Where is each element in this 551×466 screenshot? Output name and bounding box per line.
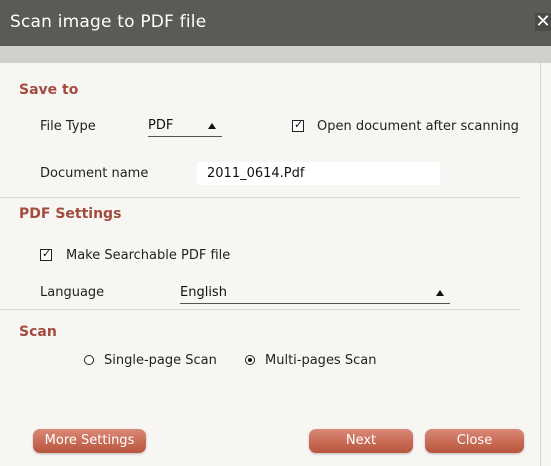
close-icon[interactable]: ✕ — [535, 13, 551, 31]
searchable-pdf-checkbox[interactable]: ✓ — [40, 247, 52, 261]
dialog-title: Scan image to PDF file — [10, 12, 207, 32]
file-type-value: PDF — [148, 118, 174, 133]
language-label: Language — [40, 285, 105, 300]
multi-pages-radio[interactable] — [245, 355, 255, 365]
document-name-field[interactable] — [197, 162, 440, 185]
single-page-radio[interactable] — [84, 355, 94, 365]
next-button[interactable]: Next — [309, 429, 413, 453]
section-pdf-settings: PDF Settings — [19, 206, 122, 222]
section-divider — [0, 309, 520, 310]
open-after-checkbox[interactable]: ✓ — [292, 118, 304, 132]
file-type-dropdown[interactable]: PDF — [148, 118, 222, 137]
dropdown-arrow-icon — [208, 123, 216, 129]
section-save-to: Save to — [19, 82, 79, 98]
title-underbar — [0, 46, 551, 63]
dropdown-arrow-icon — [436, 290, 444, 296]
checkmark-icon: ✓ — [294, 118, 304, 131]
section-scan: Scan — [19, 324, 57, 340]
single-page-label: Single-page Scan — [104, 353, 217, 368]
searchable-pdf-label: Make Searchable PDF file — [66, 248, 231, 263]
checkmark-icon: ✓ — [42, 247, 52, 260]
scan-to-pdf-dialog: Scan image to PDF file ✕ Save to File Ty… — [0, 0, 551, 466]
language-dropdown[interactable]: English — [180, 285, 450, 304]
title-bar: Scan image to PDF file ✕ — [0, 0, 551, 46]
right-divider — [540, 63, 541, 466]
section-divider — [0, 197, 520, 198]
document-name-label: Document name — [40, 166, 149, 181]
file-type-label: File Type — [40, 119, 96, 134]
close-button[interactable]: Close — [425, 429, 524, 453]
open-after-label: Open document after scanning — [317, 119, 519, 134]
more-settings-button[interactable]: More Settings — [33, 429, 146, 453]
language-value: English — [180, 285, 227, 300]
multi-pages-label: Multi-pages Scan — [265, 353, 377, 368]
